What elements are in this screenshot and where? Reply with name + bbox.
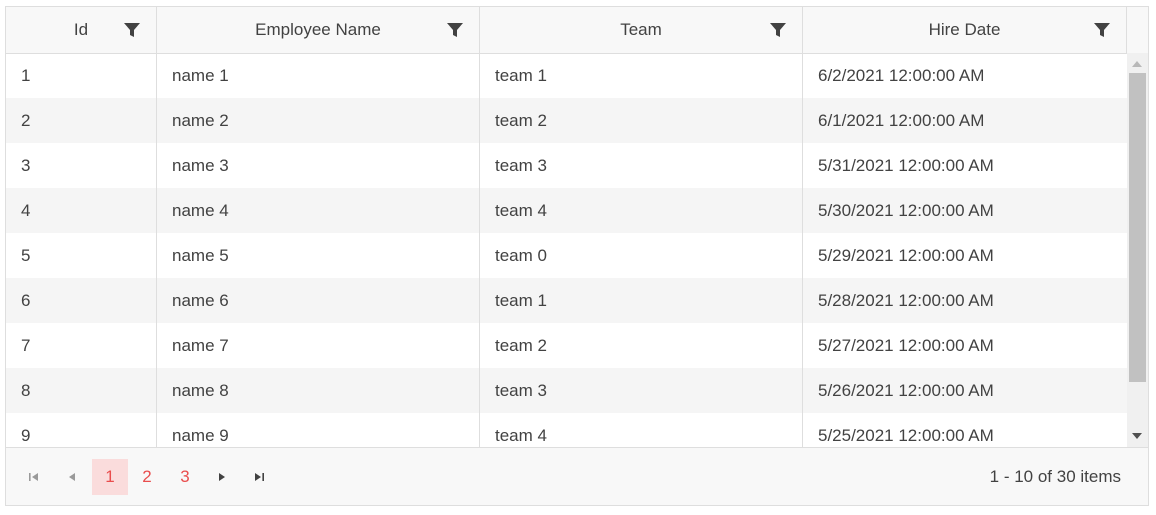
table-row[interactable]: 4 name 4 team 4 5/30/2021 12:00:00 AM xyxy=(6,188,1127,233)
cell-team: team 2 xyxy=(480,323,803,368)
vertical-scrollbar[interactable] xyxy=(1127,53,1148,447)
cell-id: 2 xyxy=(6,98,157,143)
cell-hire-date: 5/27/2021 12:00:00 AM xyxy=(818,335,994,355)
cell-team: team 4 xyxy=(480,413,803,447)
cell-employee-name: name 6 xyxy=(157,278,480,323)
filter-icon[interactable] xyxy=(446,21,464,39)
cell-hire-date: 5/28/2021 12:00:00 AM xyxy=(818,290,994,310)
next-page-icon xyxy=(219,473,225,481)
prev-page-button[interactable] xyxy=(54,459,90,495)
filter-icon[interactable] xyxy=(123,21,141,39)
table-row[interactable]: 3 name 3 team 3 5/31/2021 12:00:00 AM xyxy=(6,143,1127,188)
column-header-team[interactable]: Team xyxy=(480,7,803,53)
table-row[interactable]: 6 name 6 team 1 5/28/2021 12:00:00 AM xyxy=(6,278,1127,323)
cell-hire-date: 5/31/2021 12:00:00 AM xyxy=(818,155,994,175)
cell-id: 5 xyxy=(6,233,157,278)
filter-icon[interactable] xyxy=(769,21,787,39)
cell-team: team 3 xyxy=(480,368,803,413)
page-button-3[interactable]: 3 xyxy=(167,459,203,495)
cell-employee-name: name 1 xyxy=(157,53,480,98)
first-page-button[interactable] xyxy=(16,459,52,495)
cell-hire-date: 5/25/2021 12:00:00 AM xyxy=(818,425,994,445)
cell-team: team 4 xyxy=(480,188,803,233)
cell-employee-name: name 3 xyxy=(157,143,480,188)
scrollbar-thumb[interactable] xyxy=(1129,73,1146,382)
cell-employee-name: name 7 xyxy=(157,323,480,368)
data-grid: Id Employee Name Team Hire Date 1 name 1… xyxy=(5,6,1149,506)
page-number: 2 xyxy=(142,467,152,486)
cell-hire-date: 5/30/2021 12:00:00 AM xyxy=(818,200,994,220)
first-page-icon xyxy=(29,473,38,481)
cell-team: team 1 xyxy=(480,278,803,323)
page-number: 3 xyxy=(180,467,190,486)
column-header-employee-name[interactable]: Employee Name xyxy=(157,7,480,53)
cell-id: 7 xyxy=(6,323,157,368)
header-scroll-spacer xyxy=(1127,7,1148,53)
cell-employee-name: name 2 xyxy=(157,98,480,143)
table-row[interactable]: 5 name 5 team 0 5/29/2021 12:00:00 AM xyxy=(6,233,1127,278)
cell-hire-date: 5/29/2021 12:00:00 AM xyxy=(818,245,994,265)
page-button-2[interactable]: 2 xyxy=(129,459,165,495)
column-header-id[interactable]: Id xyxy=(6,7,157,53)
column-title-team: Team xyxy=(620,20,662,39)
cell-team: team 3 xyxy=(480,143,803,188)
cell-id: 9 xyxy=(6,413,157,447)
cell-team: team 0 xyxy=(480,233,803,278)
table-row[interactable]: 8 name 8 team 3 5/26/2021 12:00:00 AM xyxy=(6,368,1127,413)
page-button-1[interactable]: 1 xyxy=(92,459,128,495)
filter-icon[interactable] xyxy=(1093,21,1111,39)
column-title-employee-name: Employee Name xyxy=(255,20,381,39)
cell-id: 4 xyxy=(6,188,157,233)
scroll-up-arrow-icon[interactable] xyxy=(1132,61,1142,67)
pager: 1 2 3 1 - 10 of 30 items xyxy=(6,447,1148,505)
table-row[interactable]: 1 name 1 team 1 6/2/2021 12:00:00 AM xyxy=(6,53,1127,98)
page-number: 1 xyxy=(105,467,115,486)
column-title-hire-date: Hire Date xyxy=(928,20,1001,39)
cell-id: 6 xyxy=(6,278,157,323)
cell-hire-date: 6/1/2021 12:00:00 AM xyxy=(818,110,985,130)
column-header-hire-date[interactable]: Hire Date xyxy=(803,7,1127,53)
cell-id: 3 xyxy=(6,143,157,188)
grid-header: Id Employee Name Team Hire Date xyxy=(6,7,1148,54)
cell-hire-date: 5/26/2021 12:00:00 AM xyxy=(818,380,994,400)
cell-employee-name: name 5 xyxy=(157,233,480,278)
cell-id: 8 xyxy=(6,368,157,413)
cell-team: team 2 xyxy=(480,98,803,143)
cell-employee-name: name 8 xyxy=(157,368,480,413)
grid-body: 1 name 1 team 1 6/2/2021 12:00:00 AM 2 n… xyxy=(6,53,1127,447)
next-page-button[interactable] xyxy=(204,459,240,495)
table-row[interactable]: 2 name 2 team 2 6/1/2021 12:00:00 AM xyxy=(6,98,1127,143)
prev-page-icon xyxy=(69,473,75,481)
cell-employee-name: name 9 xyxy=(157,413,480,447)
pager-info: 1 - 10 of 30 items xyxy=(989,467,1121,486)
cell-team: team 1 xyxy=(480,53,803,98)
cell-employee-name: name 4 xyxy=(157,188,480,233)
scroll-down-arrow-icon[interactable] xyxy=(1132,433,1142,439)
table-row[interactable]: 7 name 7 team 2 5/27/2021 12:00:00 AM xyxy=(6,323,1127,368)
last-page-button[interactable] xyxy=(241,459,277,495)
last-page-icon xyxy=(255,473,264,481)
table-row[interactable]: 9 name 9 team 4 5/25/2021 12:00:00 AM xyxy=(6,413,1127,447)
cell-hire-date: 6/2/2021 12:00:00 AM xyxy=(818,65,985,85)
cell-id: 1 xyxy=(6,53,157,98)
column-title-id: Id xyxy=(73,20,89,39)
